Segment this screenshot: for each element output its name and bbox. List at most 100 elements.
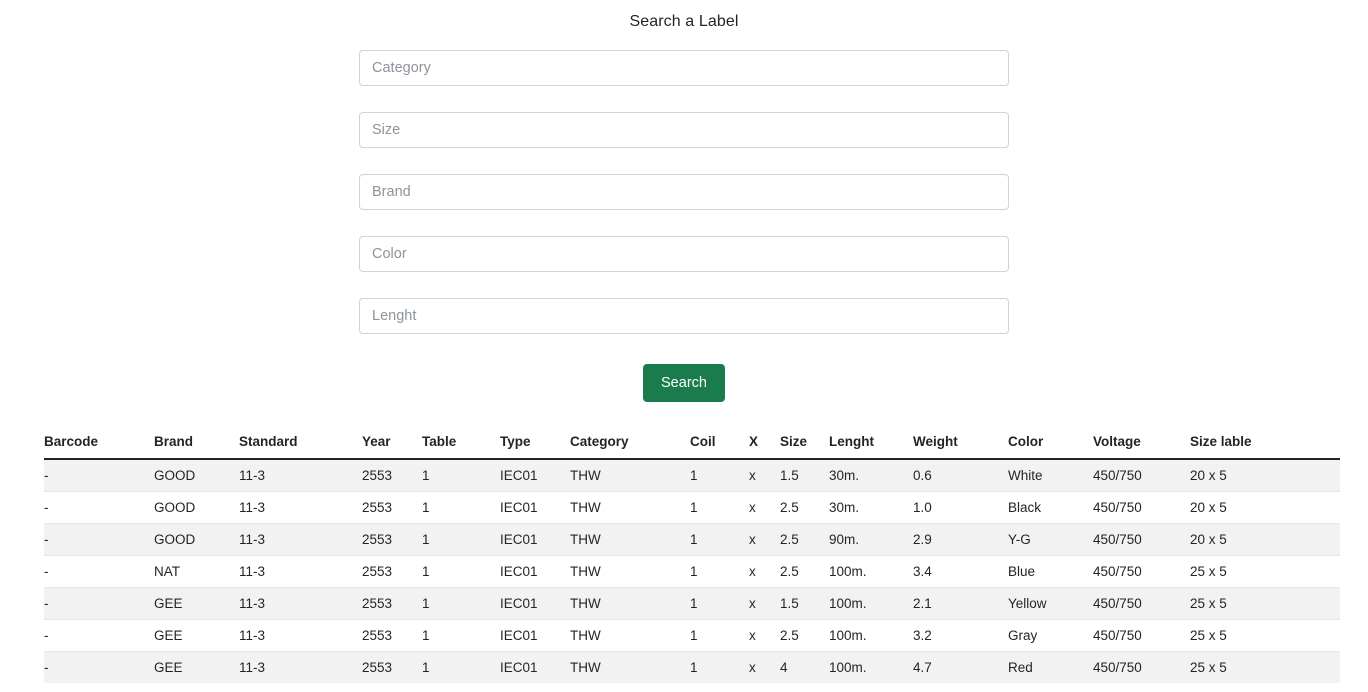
table-row[interactable]: - GEE 11-3 2553 1 IEC01 THW 1 x 4 100m. 4.7 Red 450/7… bbox=[44, 651, 1340, 683]
cell-voltage: 450/750 bbox=[1093, 523, 1190, 556]
cell-weight: 1.0 bbox=[913, 491, 1008, 524]
cell-barcode: - bbox=[44, 523, 154, 556]
cell-category: THW bbox=[570, 619, 690, 652]
cell-size-lable: 25 x 5 bbox=[1190, 587, 1340, 620]
column-header-coil: Coil bbox=[690, 434, 749, 460]
search-button-row: Search bbox=[359, 334, 1009, 402]
cell-x: x bbox=[749, 523, 780, 556]
results-table-head: Barcode Brand Standard Year Table Type C… bbox=[44, 434, 1340, 460]
cell-x: x bbox=[749, 491, 780, 524]
cell-voltage: 450/750 bbox=[1093, 619, 1190, 652]
results-table-body: - GOOD 11-3 2553 1 IEC01 THW 1 x 1.5 30m. 0.6 White 4… bbox=[44, 459, 1340, 683]
cell-color: Gray bbox=[1008, 619, 1093, 652]
size-input[interactable] bbox=[359, 112, 1009, 148]
cell-year: 2553 bbox=[362, 651, 422, 683]
table-row[interactable]: - GOOD 11-3 2553 1 IEC01 THW 1 x 1.5 30m. 0.6 White 4… bbox=[44, 459, 1340, 492]
cell-color: Yellow bbox=[1008, 587, 1093, 620]
cell-weight: 2.9 bbox=[913, 523, 1008, 556]
table-row[interactable]: - GOOD 11-3 2553 1 IEC01 THW 1 x 2.5 30m. 1.0 Black 4… bbox=[44, 491, 1340, 524]
cell-x: x bbox=[749, 651, 780, 683]
lenght-input[interactable] bbox=[359, 298, 1009, 334]
brand-input[interactable] bbox=[359, 174, 1009, 210]
cell-lenght: 100m. bbox=[829, 619, 913, 652]
cell-coil: 1 bbox=[690, 587, 749, 620]
cell-lenght: 100m. bbox=[829, 555, 913, 588]
cell-type: IEC01 bbox=[500, 555, 570, 588]
cell-year: 2553 bbox=[362, 459, 422, 492]
cell-coil: 1 bbox=[690, 651, 749, 683]
cell-year: 2553 bbox=[362, 619, 422, 652]
cell-category: THW bbox=[570, 651, 690, 683]
cell-size: 1.5 bbox=[780, 587, 829, 620]
column-header-category: Category bbox=[570, 434, 690, 460]
cell-x: x bbox=[749, 619, 780, 652]
cell-type: IEC01 bbox=[500, 459, 570, 492]
cell-year: 2553 bbox=[362, 587, 422, 620]
search-button[interactable]: Search bbox=[643, 364, 725, 402]
cell-voltage: 450/750 bbox=[1093, 587, 1190, 620]
cell-barcode: - bbox=[44, 555, 154, 588]
cell-weight: 4.7 bbox=[913, 651, 1008, 683]
cell-size-lable: 20 x 5 bbox=[1190, 523, 1340, 556]
column-header-size-lable: Size lable bbox=[1190, 434, 1340, 460]
cell-table: 1 bbox=[422, 619, 500, 652]
search-form: Search bbox=[359, 32, 1009, 402]
cell-color: Black bbox=[1008, 491, 1093, 524]
cell-standard: 11-3 bbox=[239, 651, 362, 683]
column-header-x: X bbox=[749, 434, 780, 460]
color-input[interactable] bbox=[359, 236, 1009, 272]
cell-brand: NAT bbox=[154, 555, 239, 588]
cell-standard: 11-3 bbox=[239, 587, 362, 620]
cell-lenght: 30m. bbox=[829, 459, 913, 492]
cell-color: White bbox=[1008, 459, 1093, 492]
cell-brand: GEE bbox=[154, 651, 239, 683]
cell-category: THW bbox=[570, 555, 690, 588]
cell-size: 1.5 bbox=[780, 459, 829, 492]
table-row[interactable]: - NAT 11-3 2553 1 IEC01 THW 1 x 2.5 100m. 3.4 Blue 45… bbox=[44, 555, 1340, 588]
cell-coil: 1 bbox=[690, 491, 749, 524]
cell-barcode: - bbox=[44, 491, 154, 524]
cell-lenght: 90m. bbox=[829, 523, 913, 556]
cell-type: IEC01 bbox=[500, 587, 570, 620]
cell-category: THW bbox=[570, 587, 690, 620]
cell-barcode: - bbox=[44, 587, 154, 620]
category-input[interactable] bbox=[359, 50, 1009, 86]
cell-barcode: - bbox=[44, 651, 154, 683]
column-header-voltage: Voltage bbox=[1093, 434, 1190, 460]
column-header-weight: Weight bbox=[913, 434, 1008, 460]
cell-voltage: 450/750 bbox=[1093, 459, 1190, 492]
column-header-standard: Standard bbox=[239, 434, 362, 460]
cell-year: 2553 bbox=[362, 523, 422, 556]
cell-size: 2.5 bbox=[780, 523, 829, 556]
cell-year: 2553 bbox=[362, 555, 422, 588]
cell-table: 1 bbox=[422, 587, 500, 620]
cell-category: THW bbox=[570, 459, 690, 492]
results-table: Barcode Brand Standard Year Table Type C… bbox=[44, 434, 1340, 683]
cell-weight: 0.6 bbox=[913, 459, 1008, 492]
column-header-color: Color bbox=[1008, 434, 1093, 460]
cell-category: THW bbox=[570, 523, 690, 556]
table-row[interactable]: - GEE 11-3 2553 1 IEC01 THW 1 x 1.5 100m. 2.1 Yellow… bbox=[44, 587, 1340, 620]
cell-lenght: 100m. bbox=[829, 587, 913, 620]
cell-color: Red bbox=[1008, 651, 1093, 683]
cell-x: x bbox=[749, 555, 780, 588]
cell-coil: 1 bbox=[690, 555, 749, 588]
table-header-row: Barcode Brand Standard Year Table Type C… bbox=[44, 434, 1340, 460]
cell-table: 1 bbox=[422, 651, 500, 683]
cell-voltage: 450/750 bbox=[1093, 555, 1190, 588]
table-row[interactable]: - GEE 11-3 2553 1 IEC01 THW 1 x 2.5 100m. 3.2 Gray 45… bbox=[44, 619, 1340, 652]
cell-year: 2553 bbox=[362, 491, 422, 524]
cell-category: THW bbox=[570, 491, 690, 524]
column-header-lenght: Lenght bbox=[829, 434, 913, 460]
cell-coil: 1 bbox=[690, 459, 749, 492]
cell-size: 2.5 bbox=[780, 619, 829, 652]
cell-x: x bbox=[749, 459, 780, 492]
column-header-table: Table bbox=[422, 434, 500, 460]
cell-size-lable: 25 x 5 bbox=[1190, 651, 1340, 683]
cell-standard: 11-3 bbox=[239, 523, 362, 556]
cell-barcode: - bbox=[44, 619, 154, 652]
results-table-wrapper: Barcode Brand Standard Year Table Type C… bbox=[44, 402, 1340, 683]
cell-standard: 11-3 bbox=[239, 555, 362, 588]
cell-brand: GEE bbox=[154, 587, 239, 620]
table-row[interactable]: - GOOD 11-3 2553 1 IEC01 THW 1 x 2.5 90m. 2.9 Y-G 450… bbox=[44, 523, 1340, 556]
